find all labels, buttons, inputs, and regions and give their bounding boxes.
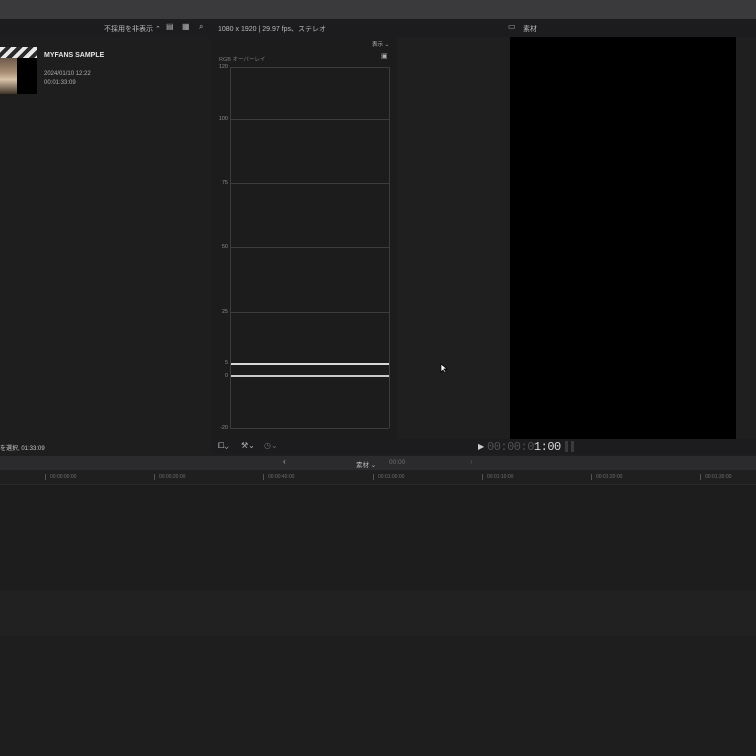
timeline-timecode: 00:00 (389, 459, 406, 466)
gridline-120 (230, 67, 389, 68)
library-icon[interactable]: ▤ (166, 22, 174, 31)
ruler-tick: 00:01:00:00 (378, 474, 405, 480)
mouse-cursor-icon (440, 363, 448, 374)
audio-meter-right (571, 441, 574, 452)
timecode-dim: 00:00:0 (487, 440, 534, 454)
timeline-clip-menu[interactable]: 素材 ⌄ (356, 459, 376, 469)
scope-view-menu[interactable]: 表示 ⌄ (372, 40, 389, 48)
browser-panel (0, 37, 210, 454)
axis-label: 75 (221, 180, 228, 186)
clip-clapper-icon (0, 47, 37, 58)
ruler-mark (700, 474, 701, 480)
ruler-mark (591, 474, 592, 480)
clip-date: 2024/01/10 12:22 (44, 71, 91, 77)
viewer-margin-right (736, 37, 756, 439)
back-arrow-icon[interactable]: ‹ (283, 457, 286, 466)
format-info: 1080 x 1920 | 29.97 fps、ステレオ (218, 26, 327, 33)
viewer-title: 素材 (523, 26, 537, 33)
search-icon[interactable]: ⌕ (199, 22, 203, 32)
ruler-mark (263, 474, 264, 480)
speed-icon[interactable]: ◷⌄ (264, 441, 278, 450)
axis-label: 50 (221, 244, 228, 250)
waveform-trace-0 (231, 375, 389, 377)
ruler-tick: 00:00:20:00 (159, 474, 186, 480)
viewer-canvas[interactable] (510, 37, 736, 439)
selection-status: を選択, 01:33:09 (0, 446, 45, 452)
gridline-50 (230, 247, 389, 248)
clip-duration: 00:01:33:09 (44, 80, 76, 86)
ruler-tick: 00:01:30:00 (705, 474, 732, 480)
forward-arrow-icon[interactable]: › (470, 457, 473, 466)
ruler-mark (482, 474, 483, 480)
ruler-tick: 00:01:20:00 (596, 474, 623, 480)
timeline-primary-track[interactable] (0, 485, 756, 590)
waveform-trace-5 (231, 363, 389, 365)
gridline-100 (230, 119, 389, 120)
play-icon[interactable]: ▶ (478, 442, 484, 451)
timecode-bright: 1:00 (533, 440, 561, 454)
viewer-clip-icon: ▭ (508, 22, 516, 31)
viewer-margin (397, 37, 510, 439)
ruler-mark (45, 474, 46, 480)
scope-name: RGB オーバーレイ (219, 57, 266, 63)
gridline-neg20 (230, 428, 389, 429)
ruler-tick: 00:00:40:00 (268, 474, 295, 480)
axis-label: 0 (224, 373, 228, 379)
axis-label: 120 (218, 64, 228, 70)
ruler-tick: 00:01:10:00 (487, 474, 514, 480)
axis-label: 100 (218, 116, 228, 122)
timeline-empty-area[interactable] (0, 636, 756, 756)
filmstrip-icon[interactable]: ▦ (182, 22, 190, 31)
scope-settings-icon[interactable]: ▣ (381, 52, 388, 60)
top-toolbar: 不採用を非表示 ⌃ ▤ ▦ ⌕ 1080 x 1920 | 29.97 fps、… (0, 19, 756, 38)
timeline-audio-track[interactable] (0, 590, 756, 636)
video-scopes-panel (211, 37, 397, 439)
enhance-icon[interactable]: ⚒⌄ (241, 441, 255, 450)
gridline-75 (230, 183, 389, 184)
audio-meter-left (565, 441, 568, 452)
scope-right-axis (389, 67, 390, 428)
ruler-mark (373, 474, 374, 480)
ruler-tick: 00:00:00:00 (50, 474, 77, 480)
transform-icon[interactable]: ⧠⌄ (218, 441, 229, 451)
gridline-25 (230, 312, 389, 313)
axis-label: 5 (224, 360, 228, 366)
viewer-timecode: 00:00:01:00 (487, 440, 561, 454)
hide-rejected-filter[interactable]: 不採用を非表示 ⌃ (104, 24, 161, 34)
ruler-mark (154, 474, 155, 480)
window-title-bar (0, 0, 756, 19)
timeline-header (0, 456, 756, 470)
clip-title[interactable]: MYFANS SAMPLE (44, 52, 104, 59)
axis-label: 25 (221, 309, 228, 315)
axis-label: -20 (220, 425, 228, 431)
clip-thumbnail-image (0, 58, 17, 94)
